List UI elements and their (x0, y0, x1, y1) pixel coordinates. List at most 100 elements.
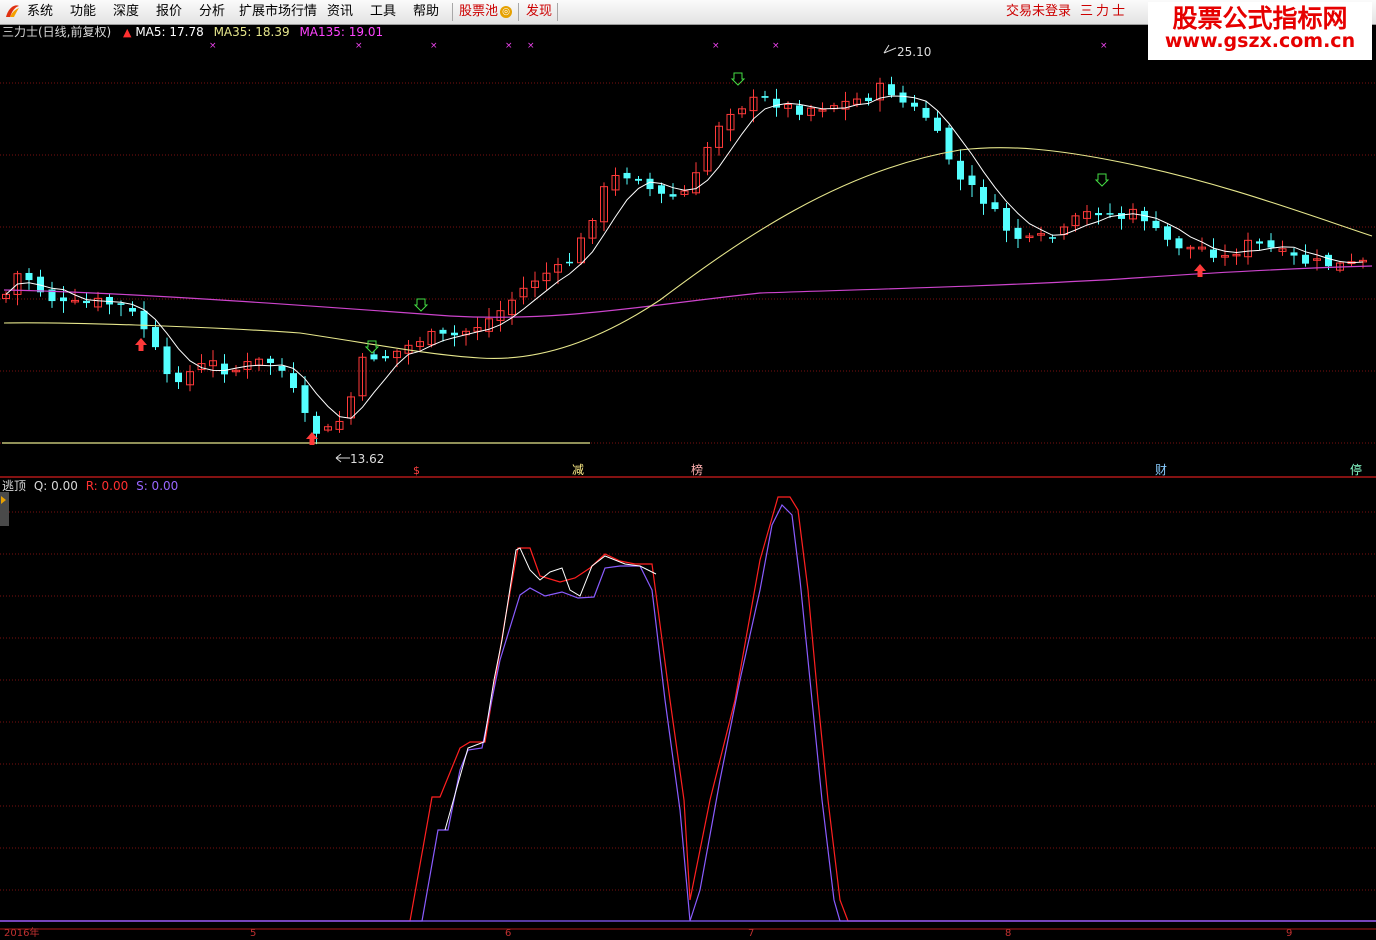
candle-body-falling (451, 332, 458, 336)
indicator-side-tab[interactable] (0, 492, 9, 526)
date-label-may: 5 (250, 928, 257, 939)
indicator-name[interactable]: 逃顶 (2, 479, 26, 493)
date-label-august: 8 (1005, 928, 1012, 939)
signal-x-mark: × (505, 41, 513, 51)
candle-body-falling (1302, 254, 1309, 264)
candle-body-falling (301, 385, 309, 413)
candle-body-falling (1014, 227, 1022, 239)
date-label-year: 2016年 (4, 928, 40, 939)
candle-body-falling (796, 105, 803, 115)
indicator-q-value: Q: 0.00 (33, 479, 78, 493)
candle-body-falling (60, 297, 67, 302)
date-axis: 2016年 5 6 7 8 9 (0, 928, 1376, 940)
stock-name-label: 三力士(日线,前复权) (2, 25, 112, 39)
candle-body-falling (152, 327, 159, 348)
candle-body-falling (83, 300, 90, 304)
candle-body-falling (888, 84, 895, 96)
candle-body-falling (1210, 249, 1217, 258)
high-annotation: 25.10 (883, 44, 931, 59)
candle-body-falling (980, 187, 987, 204)
trend-up-arrow-icon: ▲ (123, 26, 132, 39)
candle-body-falling (267, 358, 274, 364)
candle-body-falling (899, 92, 907, 103)
indicator-header: 逃顶 Q: 0.00 R: 0.00 S: 0.00 (2, 479, 178, 494)
candle-body-falling (934, 117, 941, 131)
sell-arrow-icon (364, 340, 380, 354)
side-tab-arrow-icon (1, 496, 6, 504)
candle-body-falling (106, 296, 113, 305)
candle-body-falling (278, 366, 286, 371)
candle-body-falling (1256, 241, 1263, 244)
event-marker-finance[interactable]: 财 (1155, 463, 1167, 477)
signal-x-mark: × (772, 41, 780, 51)
high-price-label: 25.10 (897, 45, 931, 59)
candle-body-falling (1267, 240, 1275, 248)
candle-body-falling (911, 102, 918, 107)
candle-body-falling (175, 372, 182, 383)
candle-body-falling (1175, 238, 1183, 249)
ma135-line (3, 265, 1373, 318)
date-label-july: 7 (748, 928, 755, 939)
indicator-s-value: S: 0.00 (136, 479, 179, 493)
candle-body-falling (290, 373, 297, 389)
candle-body-falling (1325, 254, 1332, 267)
event-marker-dividend[interactable]: $ (413, 464, 420, 477)
price-panel[interactable]: × × × × × × × × 25.10 13.62 $ 减 榜 财 停 (0, 41, 1376, 478)
sell-arrow-icon (413, 298, 429, 312)
candle-body-falling (382, 356, 389, 359)
kline-chart-canvas[interactable]: × × × × × × × × 25.10 13.62 $ 减 榜 财 停 (0, 0, 1376, 940)
candle-body-falling (922, 107, 930, 118)
candle-body-falling (221, 363, 228, 375)
price-panel-header: 三力士(日线,前复权) ▲ MA5: 17.78 MA35: 18.39 MA1… (2, 25, 383, 40)
candle-body-falling (129, 307, 136, 312)
sell-arrow-icon (1094, 173, 1110, 187)
candle-body-falling (313, 415, 320, 434)
candle-body-falling (370, 354, 378, 360)
candle-body-falling (1118, 213, 1125, 219)
candle-body-falling (140, 310, 148, 330)
indicator-q-line (444, 547, 657, 831)
candle-body-falling (865, 97, 872, 102)
signal-x-mark: × (355, 41, 363, 51)
event-marker-ranking[interactable]: 榜 (691, 462, 703, 477)
candle-body-falling (623, 172, 631, 179)
low-annotation: 13.62 (335, 452, 384, 466)
candle-body-falling (945, 127, 953, 160)
buy-arrow-icon (135, 338, 147, 351)
buy-arrow-icon (1194, 264, 1206, 277)
candle-body-falling (163, 346, 171, 375)
candle-body-falling (669, 194, 677, 197)
event-marker-suspend[interactable]: 停 (1350, 462, 1362, 477)
candle-body-falling (1003, 207, 1010, 231)
ma135-value: MA135: 19.01 (299, 25, 384, 39)
indicator-r-value: R: 0.00 (85, 479, 129, 493)
signal-x-mark: × (712, 41, 720, 51)
event-marker-reduce[interactable]: 减 (572, 463, 584, 477)
candle-body-falling (658, 185, 665, 194)
candle-body-falling (566, 261, 573, 264)
signal-x-mark: × (209, 41, 217, 51)
escape-top-indicator-panel[interactable] (0, 496, 1376, 922)
candle-body-falling (991, 202, 999, 210)
candle-body-falling (117, 303, 125, 305)
candle-body-falling (1049, 237, 1056, 239)
candle-body-falling (25, 272, 33, 281)
candle-body-falling (968, 175, 976, 186)
candle-body-falling (1290, 252, 1298, 256)
ma35-value: MA35: 18.39 (213, 25, 290, 39)
candle-body-falling (635, 178, 642, 181)
candle-body-falling (1152, 220, 1160, 229)
ma35-line (3, 147, 1373, 360)
candle-body-falling (439, 329, 447, 334)
candle-body-falling (761, 96, 769, 98)
candle-body-falling (1106, 213, 1114, 215)
date-label-september: 9 (1286, 928, 1293, 939)
signal-x-mark: × (1100, 41, 1108, 51)
low-price-label: 13.62 (350, 452, 384, 466)
indicator-r-line (0, 496, 1376, 922)
ma5-line (5, 95, 1364, 419)
chart-grid (0, 82, 1376, 891)
candle-body-falling (957, 160, 964, 180)
candlesticks (2, 76, 1367, 445)
candle-body-falling (1095, 213, 1102, 216)
